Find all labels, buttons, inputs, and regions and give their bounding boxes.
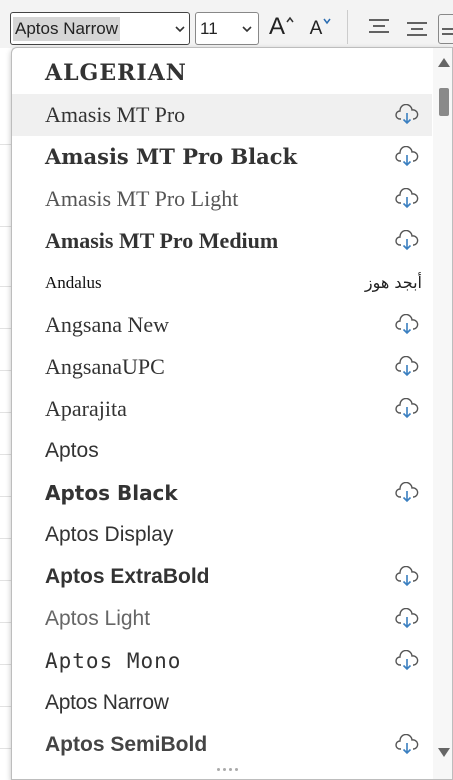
- font-name-combobox[interactable]: Aptos Narrow: [10, 12, 190, 45]
- chevron-down-icon[interactable]: [240, 22, 254, 36]
- cloud-download-icon: [395, 650, 419, 671]
- font-item-label: ALGERIAN: [45, 60, 187, 86]
- font-item-label: Aptos Narrow: [45, 691, 169, 714]
- font-list-scrollbar[interactable]: [433, 48, 452, 779]
- font-item-label: Amasis MT Pro: [45, 102, 186, 127]
- font-item-aptos-semibold[interactable]: Aptos SemiBold: [12, 724, 432, 766]
- scroll-up-arrow-icon[interactable]: [438, 58, 450, 67]
- font-item-label: AngsanaUPC: [45, 354, 165, 379]
- shrink-font-button[interactable]: A: [306, 10, 336, 44]
- font-name-value[interactable]: Aptos Narrow: [13, 17, 120, 41]
- align-bottom-button[interactable]: [438, 14, 453, 44]
- font-size-combobox[interactable]: 11: [195, 12, 259, 45]
- cloud-download-icon: [395, 398, 419, 419]
- font-item-angsanaupc[interactable]: AngsanaUPC: [12, 346, 432, 388]
- font-item-aptos-narrow[interactable]: Aptos Narrow: [12, 682, 432, 724]
- align-top-button[interactable]: [366, 10, 392, 44]
- font-item-amasis-mt-pro[interactable]: Amasis MT Pro: [12, 94, 432, 136]
- cloud-download-icon: [395, 356, 419, 377]
- cloud-download-icon: [395, 104, 419, 125]
- align-top-icon: [369, 19, 389, 33]
- font-item-aparajita[interactable]: Aparajita: [12, 388, 432, 430]
- font-item-label: Aptos Black: [45, 481, 178, 505]
- cloud-download-icon: [395, 566, 419, 587]
- font-item-andalus[interactable]: Andalus أبجد هوز: [12, 262, 432, 304]
- cloud-download-icon: [395, 734, 419, 755]
- font-item-label: Amasis MT Pro Black: [45, 144, 298, 169]
- caret-down-icon: [323, 18, 331, 25]
- font-item-aptos[interactable]: Aptos: [12, 430, 432, 472]
- home-ribbon-font-group: Aptos Narrow 11 A A: [0, 0, 453, 48]
- chevron-down-icon[interactable]: [173, 22, 187, 36]
- font-item-aptos-mono[interactable]: Aptos Mono: [12, 640, 432, 682]
- scroll-down-arrow-icon[interactable]: [438, 748, 450, 757]
- font-item-aptos-black[interactable]: Aptos Black: [12, 472, 432, 514]
- font-item-label: Andalus: [45, 273, 102, 292]
- font-item-amasis-mt-pro-medium[interactable]: Amasis MT Pro Medium: [12, 220, 432, 262]
- cloud-download-icon: [395, 146, 419, 167]
- font-item-amasis-mt-pro-light[interactable]: Amasis MT Pro Light: [12, 178, 432, 220]
- font-size-value[interactable]: 11: [200, 17, 218, 41]
- font-item-angsana-new[interactable]: Angsana New: [12, 304, 432, 346]
- scrollbar-thumb[interactable]: [439, 88, 449, 116]
- font-item-aptos-display[interactable]: Aptos Display: [12, 514, 432, 556]
- font-item-label: Aptos ExtraBold: [45, 565, 210, 588]
- font-item-label: Aptos SemiBold: [45, 733, 208, 756]
- grow-font-label: A: [268, 13, 285, 40]
- font-item-label: Angsana New: [45, 312, 170, 337]
- font-sample-arabic: أبجد هوز: [364, 273, 422, 292]
- font-item-algerian[interactable]: ALGERIAN: [12, 52, 432, 94]
- font-item-label: Amasis MT Pro Light: [45, 186, 239, 211]
- font-item-label: Aptos: [45, 439, 99, 462]
- font-item-label: Aparajita: [45, 396, 127, 421]
- font-item-label: Aptos Display: [45, 523, 174, 546]
- font-list: ALGERIAN Amasis MT Pro Amasis MT Pro Bla…: [12, 52, 432, 766]
- font-item-amasis-mt-pro-black[interactable]: Amasis MT Pro Black: [12, 136, 432, 178]
- cloud-download-icon: [395, 608, 419, 629]
- align-middle-button[interactable]: [404, 10, 430, 44]
- cloud-download-icon: [395, 314, 419, 335]
- font-item-label: Amasis MT Pro Medium: [45, 228, 279, 253]
- shrink-font-label: A: [309, 18, 323, 39]
- resize-grip-icon[interactable]: [217, 768, 247, 774]
- font-item-aptos-light[interactable]: Aptos Light: [12, 598, 432, 640]
- align-middle-icon: [407, 22, 427, 36]
- font-item-label: Aptos Light: [45, 607, 151, 630]
- align-bottom-icon: [442, 28, 453, 35]
- cloud-download-icon: [395, 482, 419, 503]
- cloud-download-icon: [395, 230, 419, 251]
- toolbar-divider: [347, 10, 348, 44]
- font-dropdown-list: ALGERIAN Amasis MT Pro Amasis MT Pro Bla…: [11, 47, 453, 780]
- caret-up-icon: [286, 16, 294, 23]
- grow-font-button[interactable]: A: [266, 10, 298, 44]
- font-item-label: Aptos Mono: [45, 649, 182, 673]
- font-item-aptos-extrabold[interactable]: Aptos ExtraBold: [12, 556, 432, 598]
- cloud-download-icon: [395, 188, 419, 209]
